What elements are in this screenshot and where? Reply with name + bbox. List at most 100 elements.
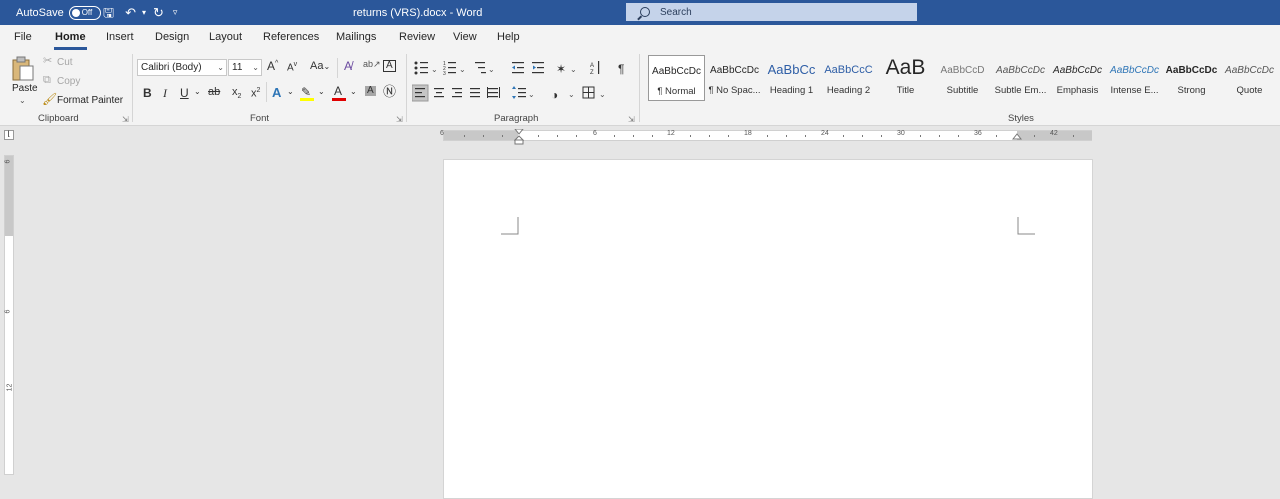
- enclose-characters-icon[interactable]: Ⓝ: [383, 85, 396, 98]
- vertical-ruler[interactable]: 6 6 12: [4, 155, 14, 475]
- paragraph-launcher-icon[interactable]: ⇲: [628, 115, 635, 124]
- phonetic-guide-icon[interactable]: ab↗: [363, 60, 381, 69]
- increase-indent-icon[interactable]: [532, 62, 544, 74]
- autosave-toggle[interactable]: Off: [68, 5, 101, 20]
- save-icon[interactable]: 🖫: [103, 6, 114, 19]
- strikethrough-button[interactable]: ab: [208, 87, 220, 98]
- tab-mailings[interactable]: Mailings: [336, 31, 376, 43]
- paste-button[interactable]: [11, 56, 35, 82]
- tab-view[interactable]: View: [453, 31, 477, 43]
- style-title[interactable]: AaB Title: [877, 55, 934, 101]
- underline-button[interactable]: U: [180, 87, 189, 99]
- italic-button[interactable]: I: [163, 87, 167, 99]
- decrease-indent-icon[interactable]: [512, 62, 524, 74]
- ruler-number: 6: [4, 309, 12, 314]
- undo-icon[interactable]: ↶: [125, 6, 136, 19]
- tab-home[interactable]: Home: [54, 31, 87, 50]
- highlight-icon[interactable]: ✎: [301, 86, 311, 98]
- style-emphasis[interactable]: AaBbCcDc Emphasis: [1049, 55, 1106, 101]
- right-indent-marker-icon[interactable]: [1012, 133, 1022, 143]
- search-box[interactable]: Search: [626, 3, 917, 21]
- asian-layout-icon[interactable]: ✶: [556, 62, 566, 76]
- subscript-button[interactable]: x2: [232, 87, 241, 101]
- redo-icon[interactable]: ↻: [153, 6, 164, 19]
- line-spacing-icon[interactable]: [512, 86, 526, 99]
- autosave-label: AutoSave: [16, 6, 64, 19]
- chevron-down-icon[interactable]: ⌄: [350, 88, 357, 96]
- multilevel-list-icon[interactable]: [475, 62, 486, 74]
- shrink-font-icon[interactable]: Av: [287, 61, 297, 73]
- superscript-button[interactable]: x2: [251, 87, 260, 100]
- bold-button[interactable]: B: [143, 87, 152, 99]
- tab-file[interactable]: File: [14, 31, 32, 43]
- tab-help[interactable]: Help: [497, 31, 520, 43]
- chevron-down-icon: ⌄: [431, 65, 438, 74]
- paste-dropdown-icon[interactable]: ⌄: [19, 96, 26, 105]
- style-name: Subtitle: [946, 85, 979, 96]
- chevron-down-icon: ⌄: [528, 90, 535, 99]
- document-title: returns (VRS).docx - Word: [353, 6, 483, 19]
- style-normal[interactable]: AaBbCcDc ¶ Normal: [648, 55, 705, 101]
- borders-icon[interactable]: [582, 86, 595, 99]
- horizontal-ruler[interactable]: 6 6 12 18 24 30 36 42: [440, 129, 1092, 145]
- svg-text:¶: ¶: [618, 62, 624, 76]
- svg-text:✶: ✶: [556, 62, 566, 76]
- chevron-down-icon[interactable]: ⌄: [194, 88, 201, 96]
- paragraph-tools: ⌄ 1 2 3 ⌄ ⌄ ✶ ⌄ AZ ¶ ⌄ ◑ ⌄ ⌄: [412, 61, 624, 102]
- tab-selector-icon[interactable]: ⌊: [4, 130, 14, 140]
- tab-references[interactable]: References: [263, 31, 319, 43]
- character-shading-icon[interactable]: A: [365, 86, 376, 96]
- style-quote[interactable]: AaBbCcDc Quote: [1221, 55, 1278, 101]
- style-heading-2[interactable]: AaBbCcC Heading 2: [820, 55, 877, 101]
- shading-icon[interactable]: ◑: [551, 88, 558, 102]
- cut-button[interactable]: Cut: [57, 57, 73, 68]
- grow-font-icon[interactable]: A^: [267, 60, 278, 72]
- tab-insert[interactable]: Insert: [106, 31, 134, 43]
- style-subtitle[interactable]: AaBbCcD Subtitle: [934, 55, 991, 101]
- clipboard-launcher-icon[interactable]: ⇲: [122, 115, 129, 124]
- font-family-select[interactable]: Calibri (Body) ⌄: [137, 59, 227, 76]
- character-border-icon[interactable]: A: [383, 60, 396, 72]
- style-no-spacing[interactable]: AaBbCcDc ¶ No Spac...: [706, 55, 763, 101]
- svg-text:Z: Z: [590, 70, 594, 76]
- tab-review[interactable]: Review: [399, 31, 435, 43]
- style-sample: AaBbCcDc: [710, 65, 759, 76]
- change-case-icon[interactable]: Aa⌄: [310, 61, 330, 72]
- undo-dropdown-icon[interactable]: ▾: [142, 8, 146, 17]
- font-size-select[interactable]: 11 ⌄: [228, 59, 262, 76]
- format-painter-button[interactable]: Format Painter: [57, 95, 123, 106]
- style-intense-emphasis[interactable]: AaBbCcDc Intense E...: [1106, 55, 1163, 101]
- font-launcher-icon[interactable]: ⇲: [396, 115, 403, 124]
- numbering-icon[interactable]: 1 2 3: [443, 61, 456, 77]
- font-color-icon[interactable]: A: [334, 85, 342, 97]
- indent-marker-icon[interactable]: [514, 129, 524, 145]
- style-heading-1[interactable]: AaBbCc Heading 1: [763, 55, 820, 101]
- copy-button[interactable]: Copy: [57, 76, 80, 87]
- tab-design[interactable]: Design: [155, 31, 189, 43]
- show-formatting-icon[interactable]: ¶: [618, 62, 624, 76]
- align-center-icon[interactable]: [434, 88, 444, 98]
- autosave-control[interactable]: AutoSave Off: [16, 0, 101, 25]
- clear-formatting-icon[interactable]: A̸: [344, 60, 352, 72]
- tab-layout[interactable]: Layout: [209, 31, 242, 43]
- sort-icon[interactable]: AZ: [590, 61, 600, 76]
- style-sample: AaBbCcDc: [1053, 65, 1102, 76]
- divider: [337, 58, 338, 78]
- style-name: Strong: [1177, 85, 1206, 96]
- customize-toolbar-icon[interactable]: ▿: [173, 8, 178, 17]
- style-subtle-emphasis[interactable]: AaBbCcDc Subtle Em...: [992, 55, 1049, 101]
- text-effects-icon[interactable]: A: [272, 86, 281, 99]
- align-right-icon[interactable]: [452, 88, 462, 98]
- style-strong[interactable]: AaBbCcDc Strong: [1163, 55, 1220, 101]
- distributed-icon[interactable]: [487, 87, 500, 98]
- chevron-down-icon[interactable]: ⌄: [318, 88, 325, 96]
- ruler-number: 12: [667, 130, 675, 137]
- bullets-icon[interactable]: [414, 61, 429, 75]
- paste-label[interactable]: Paste: [12, 83, 38, 94]
- justify-icon[interactable]: [470, 88, 480, 98]
- document-page[interactable]: [443, 159, 1093, 499]
- style-sample: AaBbCcC: [824, 64, 873, 76]
- chevron-down-icon[interactable]: ⌄: [287, 88, 294, 96]
- style-sample: AaBbCc: [767, 62, 816, 77]
- format-painter-icon: 🖌: [42, 92, 58, 106]
